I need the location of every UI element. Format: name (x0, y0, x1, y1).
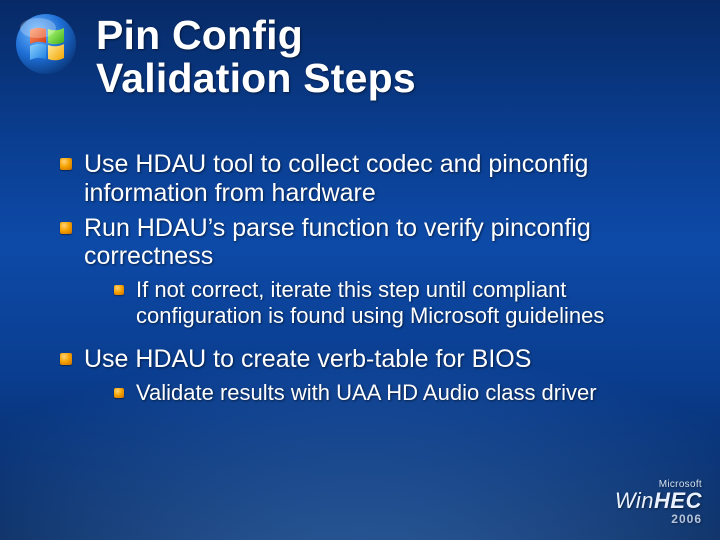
sub-bullet-item: If not correct, iterate this step until … (112, 277, 680, 333)
title-line-1: Pin Config (96, 12, 303, 58)
bullet-text: Use HDAU to create verb-table for BIOS (84, 345, 531, 373)
slide-title: Pin Config Validation Steps (96, 14, 680, 100)
bullet-item: Use HDAU tool to collect codec and pinco… (56, 150, 680, 214)
sub-bullet-text: If not correct, iterate this step until … (136, 277, 604, 328)
footer-year: 2006 (615, 512, 702, 528)
slide: Pin Config Validation Steps Use HDAU too… (0, 0, 720, 540)
bullet-item: Run HDAU’s parse function to verify pinc… (56, 214, 680, 345)
windows-logo-icon (14, 12, 78, 76)
footer-brand: WinHEC (615, 490, 702, 512)
slide-body: Use HDAU tool to collect codec and pinco… (56, 150, 680, 422)
sub-bullet-item: Validate results with UAA HD Audio class… (112, 380, 680, 410)
bullet-text: Use HDAU tool to collect codec and pinco… (84, 150, 588, 207)
sub-bullet-text: Validate results with UAA HD Audio class… (136, 380, 597, 405)
footer-company: Microsoft (615, 480, 702, 490)
title-line-2: Validation Steps (96, 55, 416, 101)
bullet-item: Use HDAU to create verb-table for BIOS V… (56, 345, 680, 422)
winhec-logo: Microsoft WinHEC 2006 (615, 480, 702, 528)
footer-brand-suffix: HEC (654, 488, 702, 513)
bullet-text: Run HDAU’s parse function to verify pinc… (84, 214, 591, 271)
footer-brand-prefix: Win (615, 488, 654, 513)
